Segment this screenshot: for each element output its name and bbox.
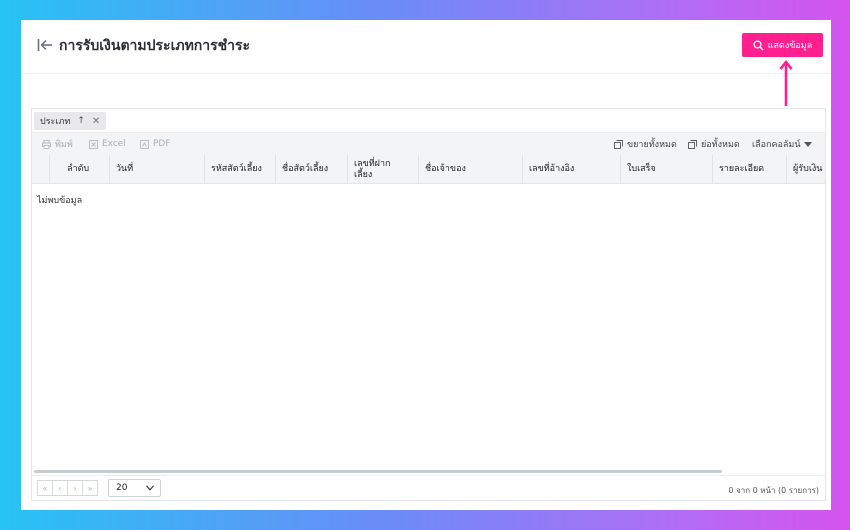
pdf-icon [140,139,149,149]
column-header[interactable]: ชื่อเจ้าของ [418,155,522,183]
print-button[interactable]: พิมพ์ [42,133,73,155]
column-header[interactable]: ลำดับ [49,155,109,183]
grid-toolbar: พิมพ์ Excel PDF ขยายทั้งหมด ย่อทั้งหมด เ… [32,133,825,155]
column-header-row: ลำดับ วันที่ รหัสสัตว์เลี้ยง ชื่อสัตว์เล… [32,155,825,184]
group-chip-label: ประเภท [40,117,71,127]
first-page-button[interactable]: « [37,480,53,496]
print-label: พิมพ์ [55,140,73,150]
data-grid: ประเภท ↑ ✕ พิมพ์ Excel PDF ขยายทั้งหมด ย… [31,108,826,501]
excel-icon [89,139,98,149]
expand-all-button[interactable]: ขยายทั้งหมด [614,133,677,155]
show-data-button[interactable]: แสดงข้อมูล [742,33,823,57]
search-icon [753,39,764,50]
pager-nav: « ‹ › » [37,480,98,496]
excel-label: Excel [102,139,126,149]
horizontal-scrollbar[interactable] [34,470,722,473]
page-header: การรับเงินตามประเภทการชำระ แสดงข้อมูล [21,20,831,74]
show-data-button-label: แสดงข้อมูล [767,41,813,51]
empty-message: ไม่พบข้อมูล [37,196,83,206]
collapse-back-icon[interactable] [37,38,53,52]
chevron-down-icon [146,485,154,491]
column-header[interactable]: ผู้รับเงิน [786,155,825,183]
page-title: การรับเงินตามประเภทการชำระ [59,38,251,54]
column-header[interactable]: เลขที่ฝากเลี้ยง [347,155,418,183]
last-page-button[interactable]: » [82,480,98,496]
page-size-select[interactable]: 20 [108,479,161,497]
column-header[interactable]: วันที่ [109,155,204,183]
column-header[interactable]: รหัสสัตว์เลี้ยง [204,155,275,183]
expand-icon [614,139,623,149]
prev-page-button[interactable]: ‹ [52,480,68,496]
next-page-button[interactable]: › [67,480,83,496]
choose-columns-label: เลือกคอลัมน์ [752,140,801,150]
group-chip-type[interactable]: ประเภท ↑ ✕ [34,112,107,130]
collapse-all-button[interactable]: ย่อทั้งหมด [688,133,740,155]
choose-columns-button[interactable]: เลือกคอลัมน์ [752,133,813,155]
column-header[interactable]: รายละเอียด [712,155,786,183]
column-header[interactable]: เลขที่อ้างอิง [522,155,620,183]
app-frame: การรับเงินตามประเภทการชำระ แสดงข้อมูล ปร… [21,20,831,510]
caret-down-icon [804,141,813,147]
export-pdf-button[interactable]: PDF [140,133,171,155]
close-icon[interactable]: ✕ [92,116,100,127]
printer-icon [42,139,51,149]
pager-info: 0 จาก 0 หน้า (0 รายการ) [728,486,819,495]
pager: « ‹ › » 20 0 จาก 0 หน้า (0 รายการ) [32,475,825,501]
arrow-up-icon[interactable]: ↑ [77,116,85,126]
export-excel-button[interactable]: Excel [89,133,126,155]
column-header[interactable]: ใบเสร็จ [620,155,712,183]
page-size-value: 20 [116,483,128,493]
expand-all-label: ขยายทั้งหมด [627,140,677,150]
group-panel: ประเภท ↑ ✕ [32,109,825,133]
collapse-icon [688,139,697,149]
pointer-arrow-icon [779,60,793,106]
column-header[interactable]: ชื่อสัตว์เลี้ยง [275,155,347,183]
collapse-all-label: ย่อทั้งหมด [701,140,740,150]
pdf-label: PDF [153,139,171,149]
